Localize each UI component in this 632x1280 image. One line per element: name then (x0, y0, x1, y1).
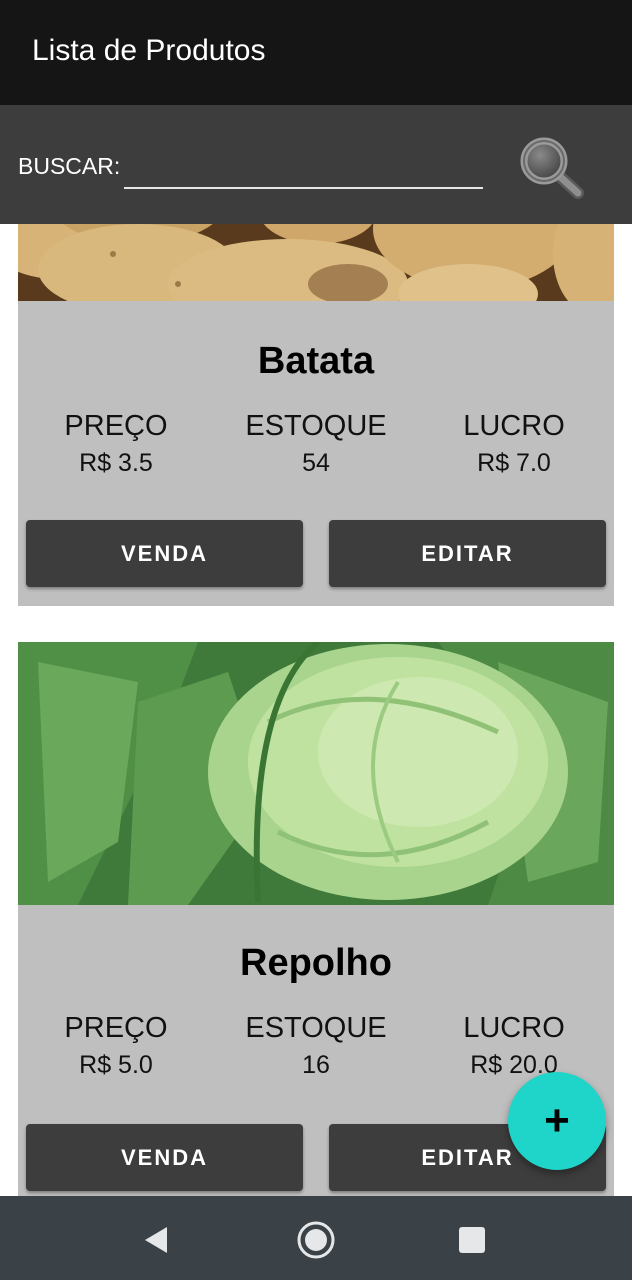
page-title: Lista de Produtos (32, 34, 266, 67)
search-label: BUSCAR: (18, 153, 121, 179)
price-value: R$ 3.5 (79, 449, 153, 477)
edit-button[interactable]: EDITAR (329, 520, 606, 587)
price-stat: PREÇO R$ 5.0 (16, 1012, 216, 1080)
stock-label: ESTOQUE (245, 1012, 387, 1044)
system-nav-bar (0, 1196, 632, 1280)
stock-value: 54 (302, 449, 330, 477)
product-name: Repolho (240, 942, 392, 984)
product-card: Batata PREÇO R$ 3.5 ESTOQUE 54 LUCRO R$ … (18, 224, 614, 606)
sell-button[interactable]: VENDA (26, 1124, 303, 1191)
profit-label: LUCRO (463, 1012, 565, 1044)
search-icon (520, 137, 584, 199)
profit-value: R$ 7.0 (477, 449, 551, 477)
price-value: R$ 5.0 (79, 1051, 153, 1079)
sell-button[interactable]: VENDA (26, 520, 303, 587)
recents-icon (459, 1227, 485, 1253)
product-name: Batata (257, 340, 375, 382)
stock-stat: ESTOQUE 54 (216, 410, 416, 478)
stock-label: ESTOQUE (245, 410, 387, 442)
add-icon: + (544, 1096, 570, 1145)
add-product-button[interactable]: + (508, 1072, 606, 1170)
product-image (18, 224, 614, 301)
stock-stat: ESTOQUE 16 (216, 1012, 416, 1080)
search-button[interactable] (512, 131, 592, 203)
home-button[interactable] (294, 1218, 338, 1262)
back-button[interactable] (134, 1218, 178, 1262)
price-label: PREÇO (64, 1012, 168, 1044)
profit-label: LUCRO (463, 410, 565, 442)
profit-stat: LUCRO R$ 7.0 (414, 410, 614, 478)
profit-value: R$ 20.0 (470, 1051, 558, 1079)
app-bar: Lista de Produtos (0, 0, 632, 105)
recents-button[interactable] (450, 1218, 494, 1262)
price-stat: PREÇO R$ 3.5 (16, 410, 216, 478)
back-icon (145, 1227, 167, 1253)
price-label: PREÇO (64, 410, 168, 442)
product-image (18, 642, 614, 905)
search-input[interactable] (124, 145, 483, 189)
search-bar: BUSCAR: (0, 105, 632, 224)
product-list[interactable]: Batata PREÇO R$ 3.5 ESTOQUE 54 LUCRO R$ … (0, 224, 632, 1196)
home-icon (297, 1221, 335, 1259)
profit-stat: LUCRO R$ 20.0 (414, 1012, 614, 1080)
stock-value: 16 (302, 1051, 330, 1079)
